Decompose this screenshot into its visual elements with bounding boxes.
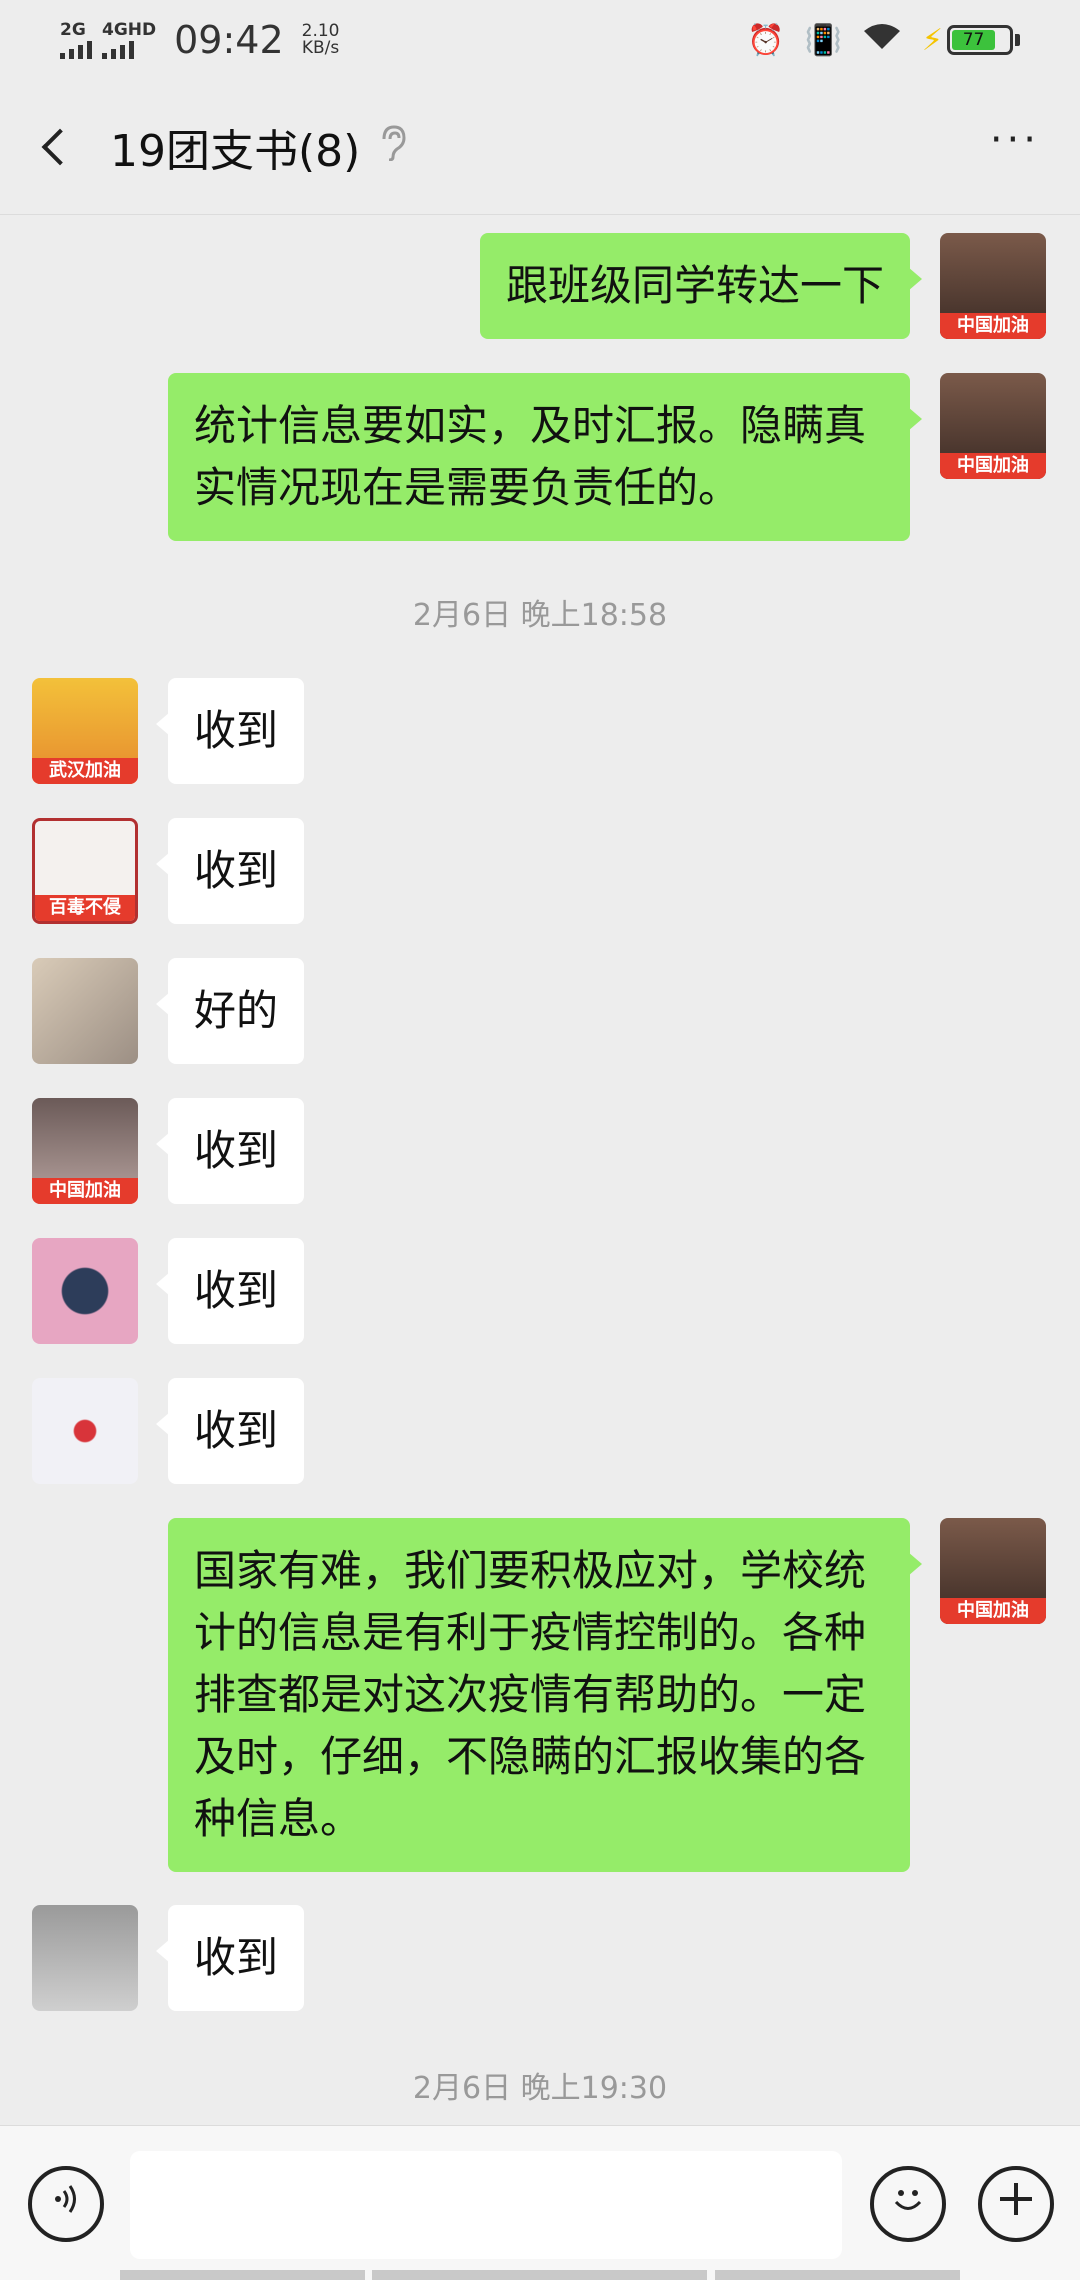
battery-indicator: ⚡ 77: [922, 23, 1020, 58]
avatar[interactable]: [32, 1905, 138, 2011]
message-list[interactable]: 跟班级同学转达一下 中国加油 统计信息要如实，及时汇报。隐瞒真实情况现在是需要负…: [0, 215, 1080, 2125]
nav-handle-center: [372, 2270, 707, 2280]
clock: 09:42: [174, 18, 284, 62]
chevron-left-icon: [41, 128, 79, 166]
avatar-banner: 中国加油: [940, 453, 1046, 479]
message-bubble[interactable]: 收到: [155, 1905, 305, 2011]
network-4g-label: 4GHD: [102, 19, 157, 40]
battery-level: 77: [952, 30, 996, 50]
avatar-banner: 中国加油: [940, 313, 1046, 339]
plus-button[interactable]: [978, 2166, 1054, 2242]
avatar-banner: 中国加油: [32, 1178, 138, 1204]
avatar-banner: 武汉加油: [32, 758, 138, 784]
avatar[interactable]: [32, 1378, 138, 1484]
message-bubble[interactable]: 收到: [155, 1098, 305, 1204]
nav-handle-left: [120, 2270, 365, 2280]
network-2g-label: 2G: [60, 19, 86, 40]
more-options-button[interactable]: ···: [990, 120, 1040, 160]
nav-handle-right: [715, 2270, 960, 2280]
voice-button[interactable]: [28, 2166, 104, 2242]
emoji-icon: [884, 2175, 932, 2233]
ear-icon: [380, 124, 406, 170]
emoji-button[interactable]: [870, 2166, 946, 2242]
timestamp: 2月6日 晚上18:58: [412, 598, 668, 633]
chat-header: 19团支书(8) ···: [0, 80, 1080, 215]
avatar-banner: 中国加油: [940, 1598, 1046, 1624]
battery-icon: 77: [947, 25, 1013, 55]
vibrate-icon: 📳: [804, 22, 842, 58]
avatar[interactable]: 中国加油: [940, 1518, 1046, 1624]
alarm-icon: ⏰: [747, 22, 785, 58]
avatar[interactable]: 中国加油: [32, 1098, 138, 1204]
network-speed: 2.10 KB/s: [302, 23, 340, 57]
avatar[interactable]: [32, 1238, 138, 1344]
message-bubble[interactable]: 跟班级同学转达一下: [479, 233, 923, 339]
avatar[interactable]: [32, 958, 138, 1064]
avatar[interactable]: 中国加油: [940, 373, 1046, 479]
message-bubble[interactable]: 收到: [155, 678, 305, 784]
wifi-icon: [862, 21, 902, 59]
status-bar: 2G 4GHD 09:42 2.10 KB/s ⏰ 📳 ⚡ 77: [0, 0, 1080, 80]
message-input[interactable]: [130, 2151, 842, 2259]
charging-icon: ⚡: [921, 22, 943, 58]
message-bubble[interactable]: 收到: [155, 1238, 305, 1344]
avatar[interactable]: 百毒不侵: [32, 818, 138, 924]
message-bubble[interactable]: 统计信息要如实，及时汇报。隐瞒真实情况现在是需要负责任的。: [168, 373, 922, 541]
avatar-banner: 百毒不侵: [35, 895, 135, 921]
network-4g: 4GHD: [102, 19, 157, 59]
plus-icon: [994, 2177, 1038, 2231]
message-bubble[interactable]: 好的: [155, 958, 305, 1064]
signal-icon: [60, 39, 92, 59]
avatar[interactable]: 武汉加油: [32, 678, 138, 784]
input-bar: [0, 2125, 1080, 2280]
speed-unit: KB/s: [301, 38, 340, 58]
message-bubble[interactable]: 国家有难，我们要积极应对，学校统计的信息是有利于疫情控制的。各种排查都是对这次疫…: [168, 1518, 922, 1872]
status-left: 2G 4GHD 09:42 2.10 KB/s: [60, 18, 340, 62]
chat-title: 19团支书(8): [110, 126, 361, 177]
signal-icon: [102, 39, 134, 59]
avatar[interactable]: 中国加油: [940, 233, 1046, 339]
back-button[interactable]: [0, 80, 110, 215]
message-bubble[interactable]: 收到: [155, 1378, 305, 1484]
voice-icon: [48, 2181, 84, 2227]
status-right: ⏰ 📳 ⚡ 77: [747, 21, 1020, 59]
network-2g: 2G: [60, 19, 92, 59]
battery-tip: [1015, 34, 1020, 46]
timestamp: 2月6日 晚上19:30: [412, 2071, 668, 2106]
message-bubble[interactable]: 收到: [155, 818, 305, 924]
